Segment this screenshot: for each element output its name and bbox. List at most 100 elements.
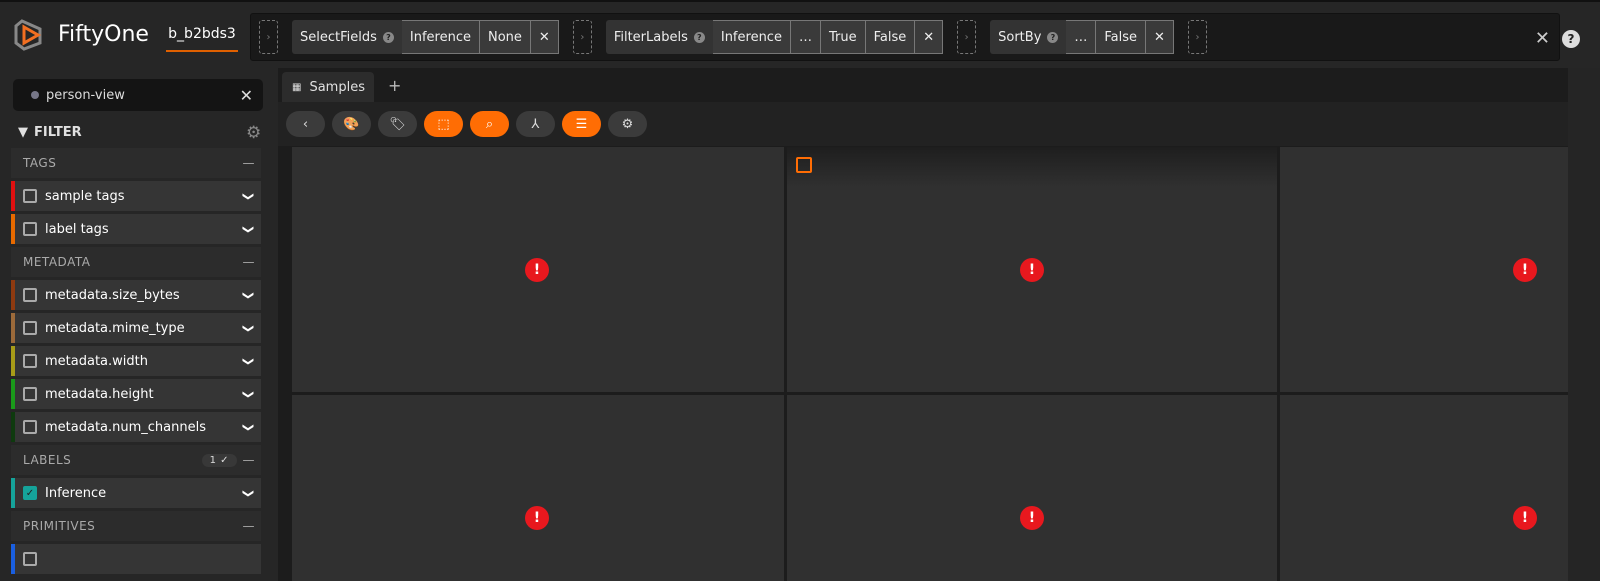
main-panel: ▦ Samples + ‹ 🎨 🏷 ⬚ ⌕ ⅄ ☰ ⚙ ! ! ! ! ! ! <box>278 68 1568 581</box>
select-samples-icon[interactable]: ⬚ <box>424 111 463 137</box>
list-icon[interactable]: ☰ <box>562 111 601 137</box>
clear-view-icon[interactable]: ✕ <box>1535 28 1550 49</box>
error-icon: ! <box>525 506 549 530</box>
selected-count-badge[interactable]: 1 ✓ <box>201 453 237 467</box>
dataset-name[interactable]: b_b2bds3 <box>166 26 238 52</box>
checkbox[interactable] <box>23 552 37 566</box>
chevron-down-icon[interactable]: ❯ <box>242 356 255 365</box>
field-row[interactable] <box>11 544 261 574</box>
remove-stage-icon[interactable]: ✕ <box>1146 20 1174 54</box>
chevron-down-icon[interactable]: ❯ <box>242 224 255 233</box>
field-row[interactable]: metadata.height ❯ <box>11 379 261 409</box>
stage-param[interactable]: None <box>479 20 531 54</box>
insert-stage-button[interactable]: › <box>957 20 977 54</box>
field-label: metadata.num_channels <box>45 419 206 435</box>
checkbox[interactable]: ✓ <box>23 486 37 500</box>
checkbox[interactable] <box>23 321 37 335</box>
palette-icon[interactable]: 🎨 <box>332 111 371 137</box>
toolbar: ‹ 🎨 🏷 ⬚ ⌕ ⅄ ☰ ⚙ <box>278 102 1568 146</box>
sample-tile[interactable]: ! <box>787 147 1277 392</box>
checkbox[interactable] <box>23 387 37 401</box>
remove-stage-icon[interactable]: ✕ <box>915 20 944 54</box>
checkbox[interactable] <box>23 420 37 434</box>
stage-sort-by[interactable]: SortBy? … False ✕ <box>990 20 1174 54</box>
error-icon: ! <box>1513 258 1537 282</box>
field-row[interactable]: metadata.num_channels ❯ <box>11 412 261 442</box>
sample-tile[interactable]: ! <box>292 147 784 392</box>
back-button[interactable]: ‹ <box>286 111 325 137</box>
checkbox[interactable] <box>23 354 37 368</box>
stage-param[interactable]: True <box>820 20 866 54</box>
stage-param[interactable]: False <box>865 20 916 54</box>
fiftyone-logo-icon <box>14 19 42 51</box>
field-row[interactable]: ✓ Inference ❯ <box>11 478 261 508</box>
add-tab-button[interactable]: + <box>388 76 401 95</box>
field-label: label tags <box>45 221 109 237</box>
sidebar: person-view ✕ ▼ FILTER ⚙ TAGS — sample tags… <box>0 68 272 581</box>
sample-tile[interactable]: ! <box>292 395 784 581</box>
field-list: TAGS — sample tags ❯ label tags ❯ METADATA — met… <box>11 148 261 577</box>
help-icon[interactable]: ? <box>382 31 394 43</box>
insert-stage-button[interactable]: › <box>572 20 592 54</box>
select-checkbox[interactable] <box>796 157 812 173</box>
error-icon: ! <box>1020 506 1044 530</box>
group-header[interactable]: PRIMITIVES — <box>11 511 261 541</box>
collapse-icon[interactable]: — <box>243 519 256 533</box>
field-label: Inference <box>45 485 107 501</box>
stage-filter-labels[interactable]: FilterLabels? Inference … True False ✕ <box>605 20 944 54</box>
field-row[interactable]: metadata.mime_type ❯ <box>11 313 261 343</box>
filter-title: FILTER <box>34 125 82 140</box>
sample-grid: ! ! ! ! ! ! <box>292 147 1568 581</box>
checkbox[interactable] <box>23 288 37 302</box>
collapse-icon[interactable]: — <box>243 453 256 467</box>
error-icon: ! <box>1020 258 1044 282</box>
field-row[interactable]: label tags ❯ <box>11 214 261 244</box>
field-row[interactable]: metadata.size_bytes ❯ <box>11 280 261 310</box>
help-icon[interactable]: ? <box>693 31 705 43</box>
sample-tile[interactable]: ! <box>787 395 1277 581</box>
stage-param[interactable]: … <box>790 20 821 54</box>
stage-name: SelectFields <box>300 29 377 45</box>
field-label: metadata.width <box>45 353 148 369</box>
chevron-down-icon[interactable]: ❯ <box>242 323 255 332</box>
group-header[interactable]: LABELS 1 ✓ — <box>11 445 261 475</box>
clear-view-icon[interactable]: ✕ <box>240 86 253 105</box>
help-icon[interactable]: ? <box>1562 29 1580 48</box>
group-title: PRIMITIVES <box>23 519 96 533</box>
merge-icon[interactable]: ⅄ <box>516 111 555 137</box>
stage-param[interactable]: … <box>1066 20 1097 54</box>
remove-stage-icon[interactable]: ✕ <box>530 20 559 54</box>
insert-stage-button[interactable]: › <box>1187 20 1207 54</box>
scrollbar[interactable] <box>1568 68 1600 581</box>
tab-samples[interactable]: ▦ Samples <box>282 72 374 102</box>
field-row[interactable]: metadata.width ❯ <box>11 346 261 376</box>
stage-name: FilterLabels <box>613 29 688 45</box>
checkbox[interactable] <box>23 189 37 203</box>
chevron-down-icon[interactable]: ❯ <box>242 389 255 398</box>
stage-select-fields[interactable]: SelectFields? Inference None ✕ <box>292 20 559 54</box>
chevron-down-icon[interactable]: ❯ <box>242 488 255 497</box>
gear-icon[interactable]: ⚙ <box>246 123 261 143</box>
gear-icon[interactable]: ⚙ <box>608 111 647 137</box>
field-label: metadata.mime_type <box>45 320 185 336</box>
sample-tile[interactable]: ! <box>1280 147 1568 392</box>
help-icon[interactable]: ? <box>1047 31 1059 43</box>
insert-stage-button[interactable]: › <box>259 20 278 54</box>
stage-param[interactable]: Inference <box>712 20 791 54</box>
group-header[interactable]: TAGS — <box>11 148 261 178</box>
saved-view-selector[interactable]: person-view ✕ <box>13 79 263 111</box>
collapse-icon[interactable]: — <box>243 255 256 269</box>
chevron-down-icon[interactable]: ❯ <box>242 422 255 431</box>
stage-param[interactable]: Inference <box>401 20 480 54</box>
field-row[interactable]: sample tags ❯ <box>11 181 261 211</box>
chevron-down-icon[interactable]: ❯ <box>242 290 255 299</box>
stage-param[interactable]: False <box>1096 20 1147 54</box>
collapse-icon[interactable]: — <box>243 156 256 170</box>
chevron-down-icon[interactable]: ❯ <box>242 191 255 200</box>
group-header[interactable]: METADATA — <box>11 247 261 277</box>
search-icon[interactable]: ⌕ <box>470 111 509 137</box>
tag-icon[interactable]: 🏷 <box>378 111 417 137</box>
view-bar[interactable]: › SelectFields? Inference None ✕ › Filte… <box>250 13 1560 61</box>
checkbox[interactable] <box>23 222 37 236</box>
sample-tile[interactable]: ! <box>1280 395 1568 581</box>
